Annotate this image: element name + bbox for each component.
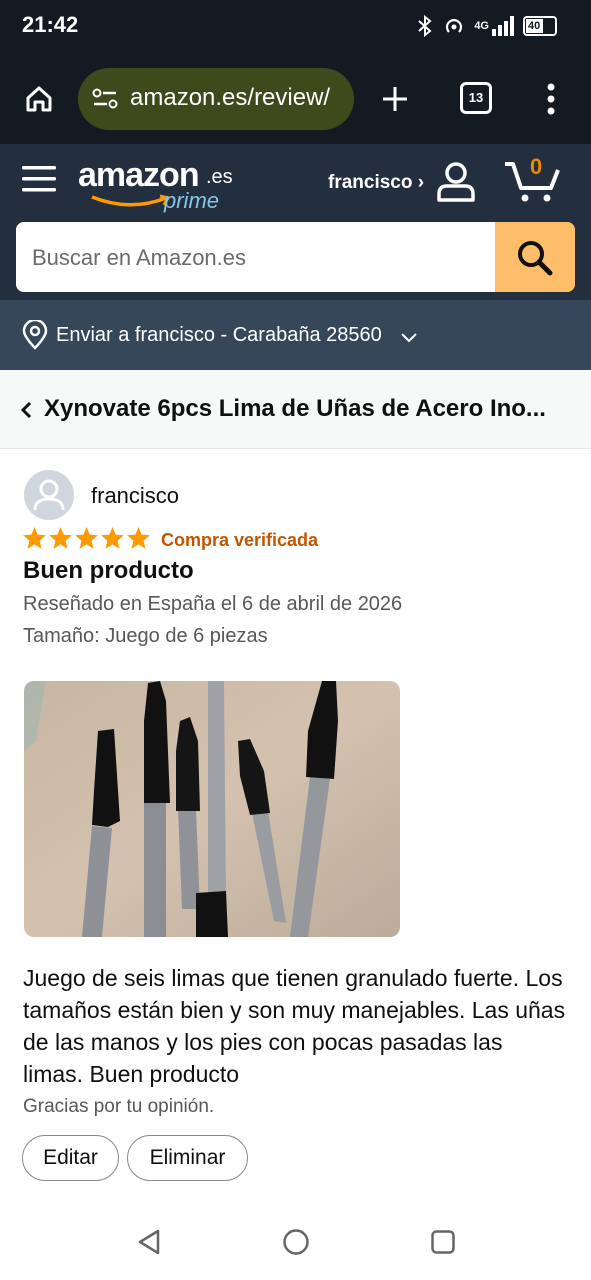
logo-prime: prime [164,188,220,213]
new-tab-icon[interactable] [380,84,410,114]
star-icon [127,527,150,549]
review-photo[interactable] [24,681,400,937]
browser-toolbar: amazon.es/review/ 13 [0,58,591,144]
star-icon [49,527,72,549]
tab-count: 13 [468,90,484,105]
battery-level: 40 [526,19,543,33]
network-type: 4G [474,20,489,32]
star-icon [23,527,46,549]
star-icon [75,527,98,549]
account-icon[interactable] [435,160,477,202]
search-icon [518,241,553,276]
logo-tld: .es [206,166,233,188]
android-nav-bar [0,1200,591,1280]
nail-files-photo [24,681,400,937]
star-rating [22,526,151,550]
review-variant: Tamaño: Juego de 6 piezas [23,625,268,647]
bluetooth-icon [418,14,432,38]
home-circle-icon[interactable] [282,1228,310,1256]
search-bar [16,222,575,292]
chevron-left-icon[interactable] [20,401,32,419]
logo-smile-icon [91,194,171,207]
more-options-icon[interactable] [544,82,558,116]
back-icon[interactable] [136,1228,162,1256]
amazon-header: amazon .es prime francisco › 0 Enviar a … [0,144,591,370]
amazon-logo[interactable]: amazon .es prime [78,156,238,214]
cart-button[interactable]: 0 [503,154,563,204]
hotspot-icon [446,19,463,33]
review-date: Reseñado en España el 6 de abril de 2026 [23,593,403,615]
verified-purchase-badge: Compra verificada [161,530,319,550]
thanks-message: Gracias por tu opinión. [23,1096,215,1117]
account-link[interactable]: francisco › [328,172,424,194]
review-body: Juego de seis limas que tienen granulado… [23,965,566,1087]
chevron-down-icon [401,333,417,343]
home-icon[interactable] [24,84,54,114]
clock: 21:42 [22,12,79,37]
delete-button[interactable]: Eliminar [127,1135,248,1181]
url-text: amazon.es/review/ [130,84,331,111]
star-icon [101,527,124,549]
search-button[interactable] [495,222,575,292]
url-bar[interactable]: amazon.es/review/ [78,68,354,130]
user-avatar-icon [33,479,65,511]
search-input[interactable] [16,222,512,292]
avatar [24,470,74,520]
recents-icon[interactable] [430,1229,456,1255]
delivery-location-bar[interactable]: Enviar a francisco - Carabaña 28560 [0,300,591,370]
edit-button[interactable]: Editar [22,1135,119,1181]
delivery-location-text: Enviar a francisco - Carabaña 28560 [56,324,382,346]
status-icons: 4G 40 [416,14,557,38]
site-settings-icon[interactable] [92,88,118,110]
location-pin-icon [22,320,48,350]
review-headline: Buen producto [23,557,194,584]
status-bar: 21:42 4G 40 [0,0,591,58]
product-title-bar[interactable]: Xynovate 6pcs Lima de Uñas de Acero Ino.… [0,370,591,449]
tab-switcher-button[interactable]: 13 [460,82,492,114]
hamburger-menu-icon[interactable] [22,164,56,194]
battery-icon: 40 [523,16,557,36]
cart-count: 0 [530,154,543,179]
review-author[interactable]: francisco [91,483,179,509]
signal-icon [492,16,514,36]
product-title: Xynovate 6pcs Lima de Uñas de Acero Ino.… [44,395,546,422]
